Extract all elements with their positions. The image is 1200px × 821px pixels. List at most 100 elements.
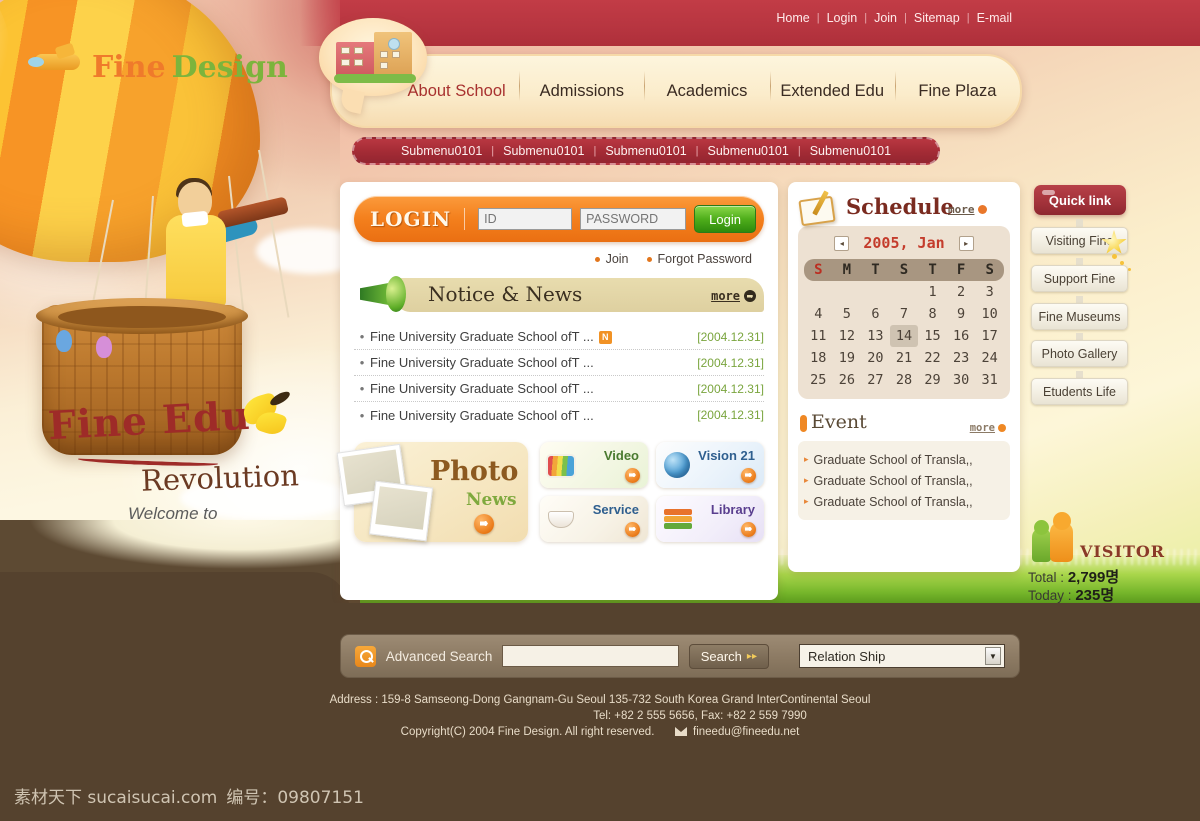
calendar-day[interactable]: 25 [804, 369, 833, 391]
calendar-day[interactable]: 15 [918, 325, 947, 347]
notice-list: • Fine University Graduate School ofT ..… [354, 324, 764, 428]
person-body [166, 215, 226, 307]
cloud-icon [256, 228, 340, 274]
weekday-header: T [861, 259, 890, 281]
weekday-header: F [946, 259, 976, 281]
calendar-day[interactable]: 17 [975, 325, 1004, 347]
calendar-nav: ◂ 2005, Jan ▸ [804, 234, 1004, 252]
quick-link-support-fine[interactable]: Support Fine [1031, 265, 1128, 292]
calendar-day[interactable]: 4 [804, 303, 833, 325]
join-link[interactable]: Join [594, 252, 629, 266]
notice-row[interactable]: • Fine University Graduate School ofT ..… [354, 402, 764, 428]
quick-link-header[interactable]: Quick link [1034, 185, 1126, 215]
quick-box-library[interactable]: Library [656, 496, 764, 542]
notice-row[interactable]: • Fine University Graduate School ofT ..… [354, 324, 764, 350]
schedule-title: Schedule [846, 194, 954, 219]
calendar-day-today[interactable]: 14 [889, 325, 919, 347]
calendar-day[interactable] [833, 281, 862, 303]
calendar-day[interactable] [890, 281, 919, 303]
login-submit-button[interactable]: Login [694, 205, 756, 233]
submenu-item-1[interactable]: Submenu0101 [401, 144, 482, 158]
event-row[interactable]: ▸ Graduate School of Transla,, [804, 491, 1006, 512]
photo-card-sunflower [368, 480, 434, 542]
nav-item-about-school[interactable]: About School [394, 82, 519, 101]
calendar-day[interactable]: 30 [947, 369, 976, 391]
calendar-day[interactable]: 10 [975, 303, 1004, 325]
utility-link-join[interactable]: Join [874, 11, 897, 25]
nav-item-fine-plaza[interactable]: Fine Plaza [894, 70, 1020, 101]
calendar-day[interactable]: 5 [833, 303, 862, 325]
calendar-day[interactable]: 24 [975, 347, 1004, 369]
calendar-prev-button[interactable]: ◂ [834, 235, 850, 251]
footer-copyright-row: Copyright(C) 2004 Fine Design. All right… [0, 724, 1200, 740]
notice-row[interactable]: • Fine University Graduate School ofT ..… [354, 350, 764, 376]
calendar-day[interactable]: 6 [861, 303, 890, 325]
calendar-day[interactable]: 3 [975, 281, 1004, 303]
quick-link-etudents-life[interactable]: Etudents Life [1031, 378, 1128, 405]
event-more-link[interactable]: more [970, 422, 1006, 434]
forgot-password-link[interactable]: Forgot Password [646, 252, 752, 266]
calendar-day[interactable]: 13 [861, 325, 890, 347]
footer-email[interactable]: fineedu@fineedu.net [693, 726, 799, 738]
calendar-day[interactable]: 22 [918, 347, 947, 369]
calendar-day[interactable]: 19 [833, 347, 862, 369]
calendar-day[interactable]: 11 [804, 325, 833, 347]
utility-link-login[interactable]: Login [827, 11, 858, 25]
calendar-day[interactable]: 28 [890, 369, 919, 391]
quick-box-video[interactable]: Video [540, 442, 648, 488]
calendar-day[interactable]: 7 [890, 303, 919, 325]
calendar-day[interactable]: 31 [975, 369, 1004, 391]
calendar-day[interactable]: 9 [947, 303, 976, 325]
calendar-next-button[interactable]: ▸ [958, 235, 974, 251]
event-row[interactable]: ▸ Graduate School of Transla,, [804, 449, 1006, 470]
quick-link-photo-gallery[interactable]: Photo Gallery [1031, 340, 1128, 367]
calendar-day[interactable]: 1 [918, 281, 947, 303]
calendar-day[interactable]: 29 [918, 369, 947, 391]
calendar-day[interactable] [804, 281, 833, 303]
calendar-day[interactable]: 18 [804, 347, 833, 369]
advanced-search-label: Advanced Search [385, 648, 493, 664]
submenu-item-3[interactable]: Submenu0101 [605, 144, 686, 158]
search-input[interactable] [502, 645, 679, 667]
search-button[interactable]: Search ▸▸ [688, 643, 769, 669]
submenu-item-5[interactable]: Submenu0101 [810, 144, 891, 158]
notice-item-date: [2004.12.31] [697, 381, 764, 396]
watermark: 素材天下 sucaisucai.com 编号：09807151 [14, 783, 364, 808]
nav-item-admissions[interactable]: Admissions [519, 70, 644, 101]
photo-news-banner[interactable]: Photo News [336, 442, 528, 542]
notice-row[interactable]: • Fine University Graduate School ofT ..… [354, 376, 764, 402]
calendar-day[interactable]: 20 [861, 347, 890, 369]
utility-link-home[interactable]: Home [776, 11, 809, 25]
notice-more-link[interactable]: more [711, 289, 756, 303]
event-item-text: Graduate School of Transla,, [813, 452, 973, 467]
utility-link-email[interactable]: E-mail [977, 11, 1012, 25]
nav-item-extended-edu[interactable]: Extended Edu [769, 70, 895, 101]
calendar-day[interactable]: 16 [947, 325, 976, 347]
calendar-day[interactable]: 2 [947, 281, 976, 303]
calendar-day[interactable]: 21 [890, 347, 919, 369]
site-logo[interactable]: Fine Design [92, 50, 288, 85]
utility-link-sitemap[interactable]: Sitemap [914, 11, 960, 25]
quick-link-fine-museums[interactable]: Fine Museums [1031, 303, 1128, 330]
login-id-input[interactable] [478, 208, 573, 230]
visitor-today-row: Today : 235명 [1028, 584, 1114, 605]
submenu-item-4[interactable]: Submenu0101 [708, 144, 789, 158]
calendar-day[interactable]: 27 [861, 369, 890, 391]
submenu-item-2[interactable]: Submenu0101 [503, 144, 584, 158]
calendar-month-label: 2005, Jan [863, 234, 945, 252]
quick-box-service[interactable]: Service [540, 496, 648, 542]
login-password-input[interactable] [580, 208, 687, 230]
event-row[interactable]: ▸ Graduate School of Transla,, [804, 470, 1006, 491]
calendar-day[interactable]: 12 [833, 325, 862, 347]
quick-box-vision21[interactable]: Vision 21 [656, 442, 764, 488]
schedule-more-link[interactable]: more [948, 203, 987, 216]
watermark-site: 素材天下 sucaisucai.com [14, 788, 218, 808]
calendar-day[interactable]: 23 [947, 347, 976, 369]
relation-ship-select[interactable]: Relation Ship ▼ [798, 644, 1006, 668]
calendar-day[interactable]: 26 [833, 369, 862, 391]
calendar-day[interactable] [861, 281, 890, 303]
calendar-day[interactable]: 8 [918, 303, 947, 325]
nav-item-academics[interactable]: Academics [644, 70, 769, 101]
globe-icon [662, 449, 694, 481]
calendar-week-row: 11 12 13 14 15 16 17 [804, 325, 1004, 347]
